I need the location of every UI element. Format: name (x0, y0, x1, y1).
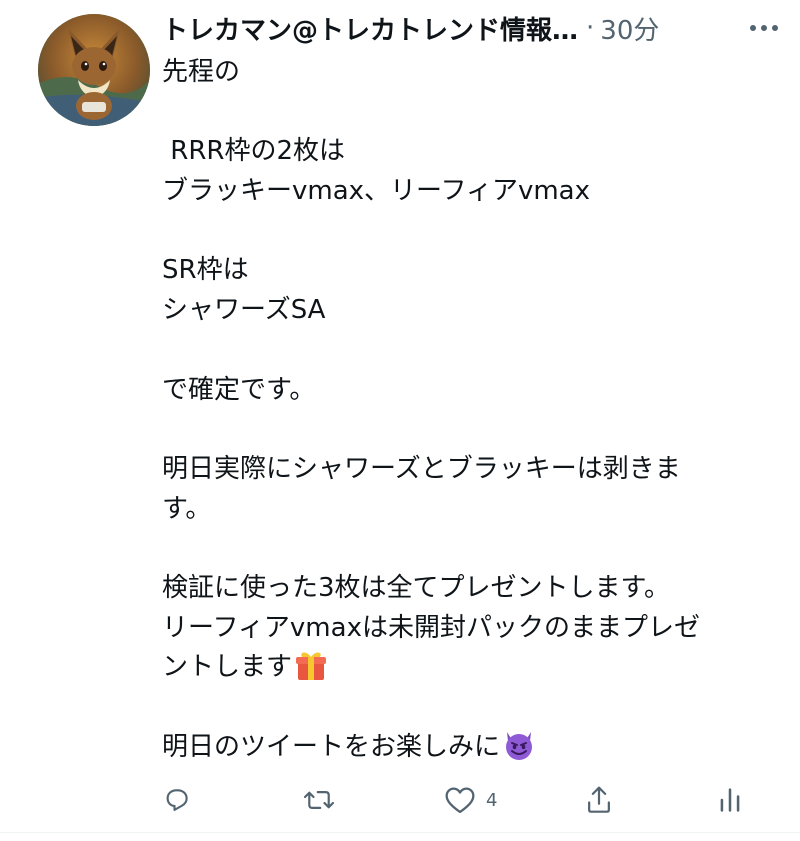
tweet-line: 明日のツイートをお楽しみに (162, 728, 772, 768)
avatar[interactable] (38, 14, 150, 126)
analytics-button[interactable] (718, 778, 752, 822)
tweet-line: RRR枠の2枚は (162, 136, 346, 167)
retweet-icon (303, 791, 335, 809)
tweet-line: 先程の (162, 57, 241, 87)
tweet-line (162, 529, 772, 569)
share-icon (588, 786, 610, 813)
more-button[interactable] (742, 6, 786, 50)
divider (0, 832, 800, 833)
tweet-line (162, 688, 772, 728)
heart-icon (445, 787, 475, 814)
retweet-button[interactable] (302, 778, 346, 822)
tweet-line (162, 331, 772, 371)
tweet-line: ブラッキーvmax、リーフィアvmax (162, 176, 590, 207)
timestamp[interactable]: 30分 (600, 10, 659, 47)
tweet-line (162, 93, 772, 133)
tweet-line: 検証に使った3枚は全てプレゼントします。 (162, 573, 670, 604)
reply-icon (166, 789, 188, 811)
action-bar: 4 (162, 778, 762, 822)
like-count: 4 (486, 789, 498, 811)
tweet-line-text: ントします (162, 652, 293, 683)
tweet-line: SR枠は (162, 255, 249, 286)
more-dots-icon (750, 25, 778, 31)
tweet-header: トレカマン@トレカトレンド情報… · 30分 (162, 6, 786, 50)
tweet-line: で確定です。 (162, 374, 316, 405)
tweet-line: 明日実際にシャワーズとブラッキーは剥きま (162, 453, 681, 484)
reply-button[interactable] (162, 778, 202, 822)
tweet-line (162, 410, 772, 450)
share-button[interactable] (584, 778, 624, 822)
header-separator: · (586, 13, 595, 43)
tweet-line: ントします (162, 648, 772, 688)
gift-emoji-icon (296, 652, 327, 681)
tweet-line-text: 明日のツイートをお楽しみに (162, 731, 501, 762)
tweet-line: シャワーズSA (162, 295, 326, 326)
tweet-line (162, 212, 772, 252)
tweet-text: 先程の RRR枠の2枚は ブラッキーvmax、リーフィアvmax SR枠は シャ… (162, 53, 772, 768)
display-name[interactable]: トレカマン@トレカトレンド情報… (162, 10, 578, 47)
avatar-image (38, 14, 150, 126)
like-button[interactable]: 4 (444, 778, 497, 822)
analytics-icon (720, 788, 740, 812)
tweet-line: リーフィアvmaxは未開封パックのままプレゼ (162, 612, 700, 643)
tweet[interactable]: トレカマン@トレカトレンド情報… · 30分 先程の RRR枠の2枚は ブラッキ… (0, 0, 800, 841)
tweet-line: す。 (162, 493, 212, 524)
smiling-devil-emoji-icon (506, 731, 533, 760)
